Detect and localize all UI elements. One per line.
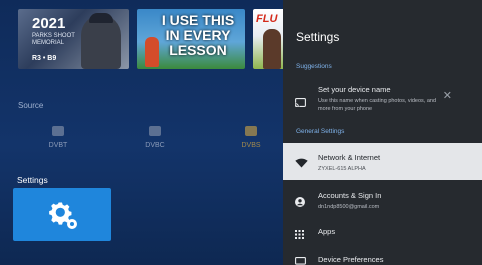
settings-panel: Settings Suggestions Set your device nam… bbox=[283, 0, 482, 265]
source-dvbc[interactable]: DVBC bbox=[135, 126, 175, 149]
item-subtitle: ZYXEL-615 ALPHA bbox=[318, 166, 366, 172]
tv-launcher: 2021 PARKS SHOOT MEMORIAL R3 • B9 I USE … bbox=[0, 0, 283, 265]
video-thumbnail[interactable]: I USE THIS IN EVERY LESSON bbox=[137, 9, 245, 69]
thumbnail-tag: R3 • B9 bbox=[32, 55, 57, 62]
panel-title: Settings bbox=[296, 30, 340, 44]
source-heading: Source bbox=[18, 101, 44, 110]
settings-heading: Settings bbox=[17, 175, 48, 185]
thumbnail-subtitle: PARKS SHOOT MEMORIAL bbox=[32, 33, 75, 46]
video-thumbnail[interactable]: 2021 PARKS SHOOT MEMORIAL R3 • B9 bbox=[18, 9, 129, 69]
settings-item-device-preferences[interactable]: Device Preferences bbox=[283, 249, 482, 265]
thumbnail-title: FLU bbox=[256, 13, 278, 25]
suggestion-title: Set your device name bbox=[318, 85, 391, 94]
section-suggestions: Suggestions bbox=[296, 63, 332, 70]
suggestion-set-device-name[interactable]: Set your device name Use this name when … bbox=[283, 82, 482, 120]
source-label: DVBC bbox=[145, 142, 165, 149]
tv-icon bbox=[295, 254, 306, 265]
item-title: Accounts & Sign In bbox=[318, 191, 382, 200]
section-general-settings: General Settings bbox=[296, 128, 345, 135]
satellite-icon bbox=[245, 126, 257, 136]
video-thumbnail[interactable]: FLU bbox=[253, 9, 283, 69]
item-title: Network & Internet bbox=[318, 153, 381, 162]
suggestion-description: Use this name when casting photos, video… bbox=[318, 98, 437, 112]
item-subtitle: dn1ndp8500@gmail.com bbox=[318, 204, 380, 210]
item-title: Apps bbox=[318, 227, 336, 236]
antenna-icon bbox=[52, 126, 64, 136]
source-dvbs[interactable]: DVBS bbox=[231, 126, 271, 149]
item-title: Device Preferences bbox=[318, 255, 384, 264]
settings-item-network[interactable]: Network & Internet ZYXEL-615 ALPHA bbox=[283, 143, 482, 180]
cable-icon bbox=[149, 126, 161, 136]
thumbnail-title: I USE THIS IN EVERY LESSON bbox=[161, 12, 235, 58]
account-icon bbox=[295, 194, 305, 212]
wifi-icon bbox=[295, 155, 308, 173]
gear-icon bbox=[49, 202, 77, 229]
settings-tile[interactable] bbox=[13, 188, 111, 241]
source-label: DVBT bbox=[48, 142, 68, 149]
source-dvbt[interactable]: DVBT bbox=[38, 126, 78, 149]
close-icon[interactable]: ✕ bbox=[443, 91, 452, 102]
settings-item-accounts[interactable]: Accounts & Sign In dn1ndp8500@gmail.com bbox=[283, 184, 482, 214]
source-label: DVBS bbox=[241, 142, 261, 149]
cap-image bbox=[89, 13, 113, 23]
thumbnail-year: 2021 bbox=[32, 15, 66, 32]
person-image bbox=[263, 29, 281, 69]
settings-item-apps[interactable]: Apps bbox=[283, 221, 482, 241]
person-image bbox=[81, 15, 121, 69]
apps-grid-icon bbox=[295, 226, 304, 244]
cast-icon bbox=[295, 94, 306, 112]
content-row: 2021 PARKS SHOOT MEMORIAL R3 • B9 I USE … bbox=[18, 9, 283, 69]
